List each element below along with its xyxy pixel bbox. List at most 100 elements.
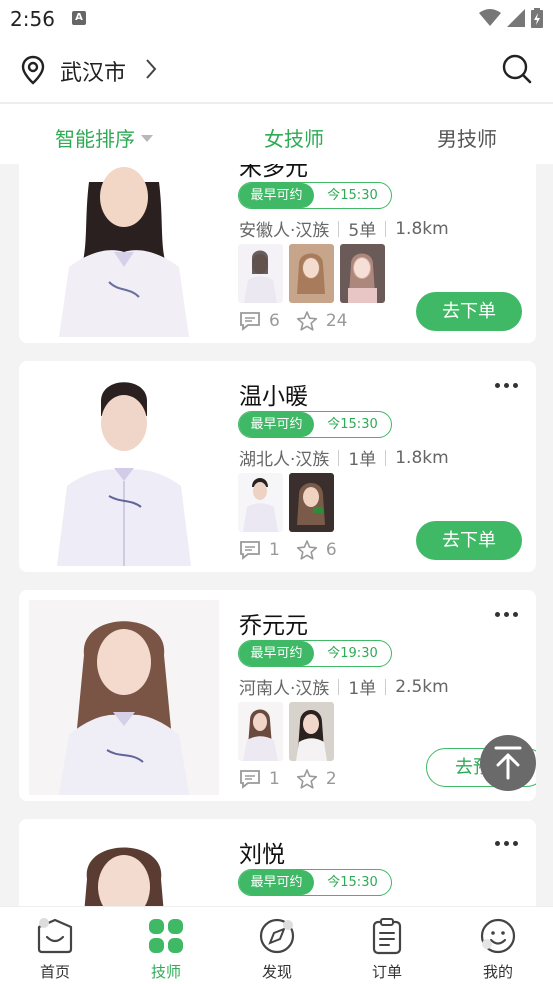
favorite-count: 2 xyxy=(325,769,337,789)
therapist-card[interactable]: 乔元元 最早可约 今19:30 河南人·汉族 1单 2.5km 1 2 去预约 xyxy=(19,590,536,801)
thumbnail-image[interactable] xyxy=(289,473,334,532)
availability-time: 今15:30 xyxy=(327,875,378,890)
comment-icon xyxy=(240,312,260,331)
thumbnail-image[interactable] xyxy=(238,244,283,303)
notification-icon: A xyxy=(72,11,86,25)
tab-smart-sort[interactable]: 智能排序 xyxy=(55,123,153,152)
comment-icon xyxy=(240,770,260,789)
nav-label: 发现 xyxy=(261,963,292,981)
divider xyxy=(385,220,387,237)
divider xyxy=(338,678,340,695)
search-icon[interactable] xyxy=(501,53,533,85)
thumbnail-image[interactable] xyxy=(340,244,385,303)
origin: 湖北人·汉族 xyxy=(239,450,330,470)
distance: 2.5km xyxy=(395,676,449,697)
signal-icon xyxy=(507,9,525,27)
order-button[interactable]: 去下单 xyxy=(416,521,522,560)
nav-label: 首页 xyxy=(39,963,70,981)
divider xyxy=(338,220,340,237)
nav-home[interactable]: 首页 xyxy=(15,917,95,982)
thumbnail-image[interactable] xyxy=(289,244,334,303)
therapist-name: 刘悦 xyxy=(239,842,285,868)
divider xyxy=(385,449,387,466)
comment-count: 1 xyxy=(269,769,280,789)
availability-time: 今15:30 xyxy=(327,188,378,203)
availability-label: 最早可约 xyxy=(239,641,314,666)
nav-profile[interactable]: 我的 xyxy=(458,917,538,982)
therapist-stats: 1 2 xyxy=(239,768,353,790)
therapist-name: 乔元元 xyxy=(239,613,308,639)
nav-label: 订单 xyxy=(371,963,402,981)
tab-male[interactable]: 男技师 xyxy=(437,123,497,152)
therapist-name: 宋多元 xyxy=(239,164,308,181)
thumbnail-gallery xyxy=(238,702,334,761)
thumbnail-image[interactable] xyxy=(289,702,334,761)
smile-face-icon xyxy=(480,918,516,954)
filter-tabs: 智能排序 女技师 男技师 xyxy=(0,104,553,164)
comment-count: 6 xyxy=(269,311,280,331)
order-count: 1单 xyxy=(348,450,377,470)
therapist-meta: 安徽人·汉族 5单 1.8km xyxy=(239,216,449,242)
city-selector[interactable]: 武汉市 xyxy=(60,55,126,87)
thumbnail-image[interactable] xyxy=(238,702,283,761)
more-options-icon[interactable] xyxy=(495,841,518,846)
therapist-photo[interactable] xyxy=(29,371,219,566)
star-icon[interactable] xyxy=(296,768,318,790)
availability-time: 今19:30 xyxy=(327,646,378,661)
thumbnail-gallery xyxy=(238,244,385,303)
therapist-photo[interactable] xyxy=(29,164,219,337)
divider xyxy=(338,449,340,466)
nav-therapist[interactable]: 技师 xyxy=(126,917,206,982)
more-options-icon[interactable] xyxy=(495,612,518,617)
clipboard-icon xyxy=(372,918,402,955)
order-count: 5单 xyxy=(348,221,377,241)
thumbnail-image[interactable] xyxy=(238,473,283,532)
header: 武汉市 xyxy=(0,38,553,102)
star-icon[interactable] xyxy=(296,539,318,561)
favorite-count: 24 xyxy=(325,311,348,331)
nav-label: 技师 xyxy=(150,963,181,981)
availability-label: 最早可约 xyxy=(239,183,314,208)
order-count: 1单 xyxy=(348,679,377,699)
therapist-photo[interactable] xyxy=(29,600,219,795)
nav-label: 我的 xyxy=(482,963,513,981)
battery-icon xyxy=(531,8,543,28)
therapist-card[interactable]: 温小暖 最早可约 今15:30 湖北人·汉族 1单 1.8km 1 6 去下单 xyxy=(19,361,536,572)
bottom-nav: 首页 技师 发现 订单 我的 xyxy=(0,906,553,984)
discover-icon xyxy=(259,918,295,954)
distance: 1.8km xyxy=(395,218,449,239)
location-pin-icon[interactable] xyxy=(20,55,46,85)
comment-icon xyxy=(240,541,260,560)
order-button[interactable]: 去下单 xyxy=(416,292,522,331)
arrow-up-icon xyxy=(494,746,522,780)
favorite-count: 6 xyxy=(325,540,337,560)
therapist-name: 温小暖 xyxy=(239,384,308,410)
nav-discover[interactable]: 发现 xyxy=(237,917,317,982)
therapist-meta: 河南人·汉族 1单 2.5km xyxy=(239,674,449,700)
origin: 安徽人·汉族 xyxy=(239,221,330,241)
availability-badge: 最早可约 今15:30 xyxy=(238,182,392,209)
therapist-card[interactable]: 刘悦 最早可约 今15:30 xyxy=(19,819,536,906)
nav-orders[interactable]: 订单 xyxy=(347,917,427,982)
availability-time: 今15:30 xyxy=(327,417,378,432)
therapist-photo[interactable] xyxy=(29,829,219,906)
therapist-stats: 1 6 xyxy=(239,539,353,561)
chevron-right-icon[interactable] xyxy=(144,58,158,80)
origin: 河南人·汉族 xyxy=(239,679,330,699)
wifi-icon xyxy=(479,9,501,26)
tab-label: 智能排序 xyxy=(55,127,135,151)
therapist-card[interactable]: 宋多元 最早可约 今15:30 安徽人·汉族 5单 1.8km 6 24 去下单 xyxy=(19,164,536,343)
therapist-list[interactable]: 宋多元 最早可约 今15:30 安徽人·汉族 5单 1.8km 6 24 去下单 xyxy=(0,164,553,906)
availability-badge: 最早可约 今15:30 xyxy=(238,411,392,438)
therapist-grid-icon xyxy=(149,919,183,953)
more-options-icon[interactable] xyxy=(495,383,518,388)
availability-badge: 最早可约 今15:30 xyxy=(238,869,392,896)
therapist-meta: 湖北人·汉族 1单 1.8km xyxy=(239,445,449,471)
therapist-stats: 6 24 xyxy=(239,310,363,332)
status-time: 2:56 xyxy=(10,7,55,31)
scroll-to-top-button[interactable] xyxy=(480,735,536,791)
star-icon[interactable] xyxy=(296,310,318,332)
distance: 1.8km xyxy=(395,447,449,468)
availability-label: 最早可约 xyxy=(239,870,314,895)
tab-female[interactable]: 女技师 xyxy=(264,123,324,152)
